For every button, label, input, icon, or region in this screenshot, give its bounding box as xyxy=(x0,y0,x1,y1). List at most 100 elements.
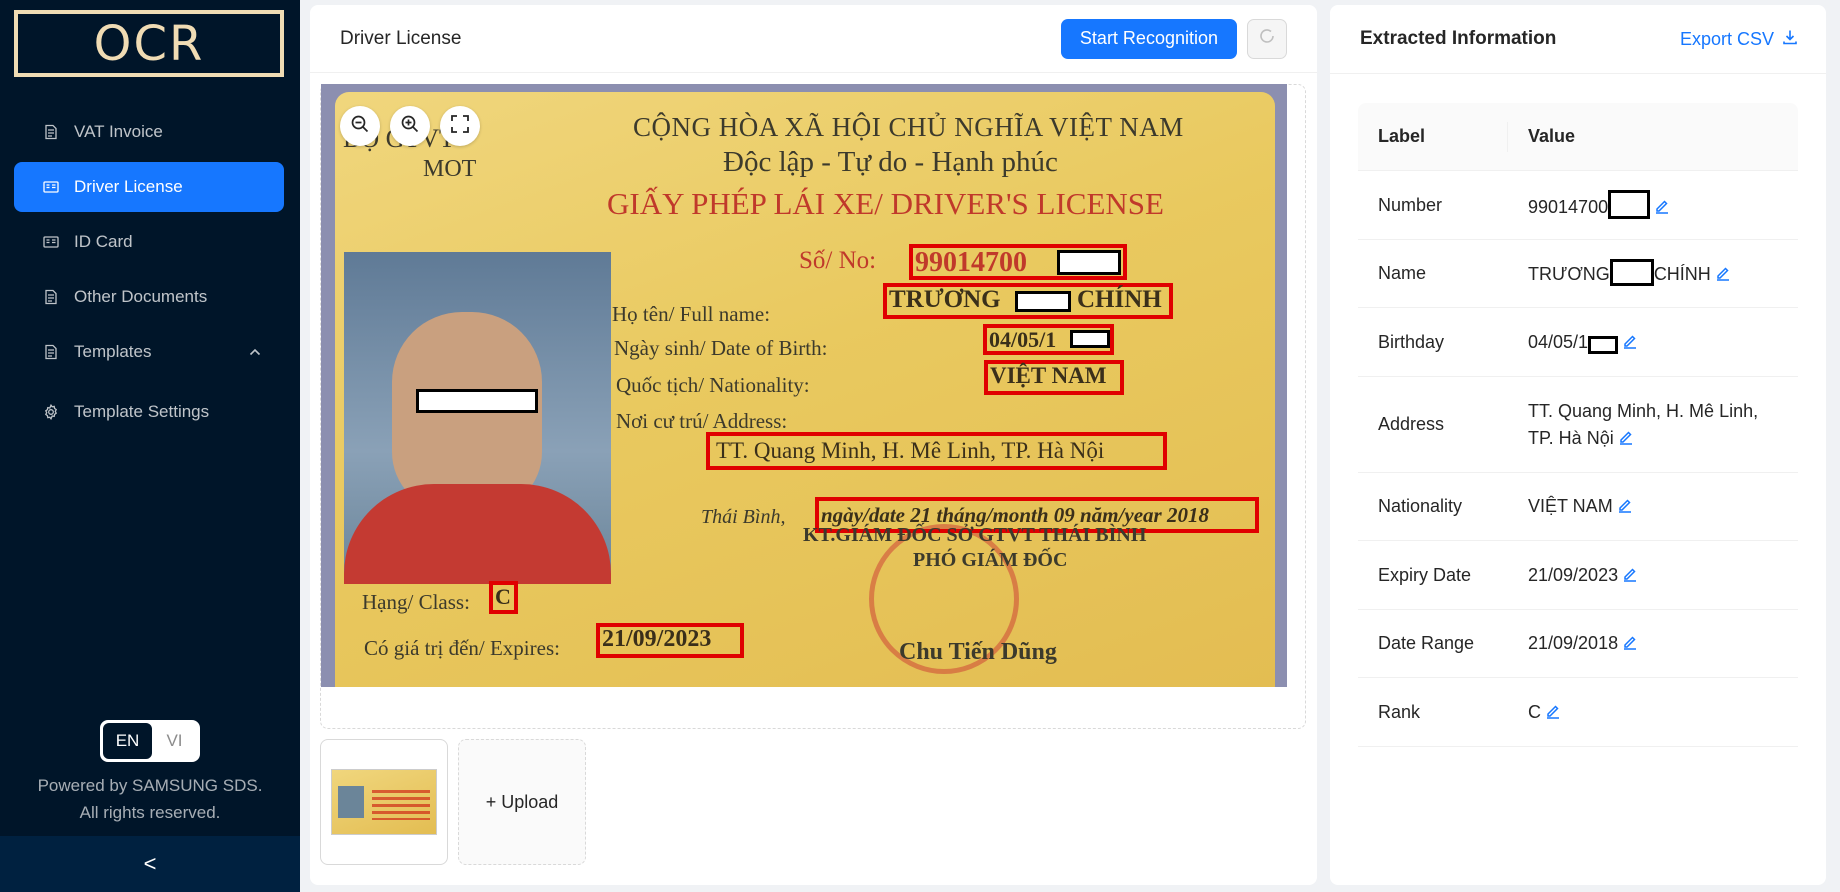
thumbnail-image xyxy=(331,769,437,835)
id-card-icon xyxy=(42,233,60,251)
sidebar-item-other-documents[interactable]: Other Documents xyxy=(14,272,284,322)
redaction-block xyxy=(1609,259,1654,286)
edit-icon[interactable] xyxy=(1654,195,1670,214)
row-label: Name xyxy=(1378,263,1427,283)
row-value-text: TT. Quang Minh, H. Mê Linh, TP. Hà Nội xyxy=(1528,400,1759,448)
card-expires-label: Có giá trị đến/ Expires: xyxy=(364,636,560,660)
edit-icon[interactable] xyxy=(1715,262,1731,281)
card-doc-title: GIẤY PHÉP LÁI XE/ DRIVER'S LICENSE xyxy=(607,186,1164,221)
lang-en-option[interactable]: EN xyxy=(103,723,152,759)
collapse-sidebar-button[interactable]: < xyxy=(0,836,300,892)
row-value-text: 04/05/1 xyxy=(1528,331,1589,352)
sidebar-item-id-card[interactable]: ID Card xyxy=(14,217,284,267)
sidebar-item-label: Templates xyxy=(74,342,152,361)
upload-button[interactable]: + Upload xyxy=(458,739,586,865)
edit-icon[interactable] xyxy=(1618,426,1634,445)
table-row: Number 99014700 xyxy=(1358,171,1798,240)
card-name-value-b: CHÍNH xyxy=(1077,286,1162,313)
redaction-block xyxy=(1057,250,1121,275)
col-label-header: Label xyxy=(1358,122,1508,152)
edit-icon[interactable] xyxy=(1622,330,1638,349)
redaction-block xyxy=(1588,335,1619,354)
edit-icon[interactable] xyxy=(1622,563,1638,582)
table-row: Address TT. Quang Minh, H. Mê Linh, TP. … xyxy=(1358,377,1798,473)
download-icon xyxy=(1782,29,1798,50)
image-toolbar xyxy=(340,106,480,146)
sidebar-item-label: Driver License xyxy=(74,177,183,196)
sidebar-item-templates[interactable]: Templates xyxy=(14,327,284,377)
col-value-header: Value xyxy=(1528,126,1576,146)
thumbnail-list: + Upload xyxy=(320,739,586,865)
edit-icon[interactable] xyxy=(1617,494,1633,513)
table-row: Date Range 21/09/2018 xyxy=(1358,610,1798,678)
card-class-label: Hạng/ Class: xyxy=(362,590,470,614)
row-value: C xyxy=(1508,699,1798,726)
export-csv-label: Export CSV xyxy=(1679,28,1774,49)
start-recognition-button[interactable]: Start Recognition xyxy=(1060,18,1237,59)
card-issuer-2: PHÓ GIÁM ĐỐC xyxy=(913,549,1068,571)
file-icon xyxy=(42,343,60,361)
row-value-text: 99014700 xyxy=(1528,196,1609,217)
row-value: 21/09/2023 xyxy=(1508,562,1798,589)
refresh-button[interactable] xyxy=(1247,18,1287,59)
gear-icon xyxy=(42,403,60,421)
fullscreen-button[interactable] xyxy=(440,106,480,146)
card-address-value: TT. Quang Minh, H. Mê Linh, TP. Hà Nội xyxy=(716,438,1105,463)
extracted-header: Extracted Information Export CSV xyxy=(1330,5,1826,74)
sidebar-item-label: VAT Invoice xyxy=(74,122,163,141)
redaction-block xyxy=(1070,330,1110,348)
row-value: 04/05/1 xyxy=(1508,329,1798,356)
main-panel: Driver License Start Recognition BỘ GTVT… xyxy=(310,5,1317,885)
app-logo[interactable]: OCR xyxy=(14,10,284,77)
card-nationality-label: Quốc tịch/ Nationality: xyxy=(616,373,810,397)
row-value-text: VIỆT NAM xyxy=(1528,496,1613,516)
sidebar-item-vat-invoice[interactable]: VAT Invoice xyxy=(14,107,284,157)
card-dob-value: 04/05/1 xyxy=(989,327,1057,352)
powered-by-text: Powered by SAMSUNG SDS. All rights reser… xyxy=(0,772,300,826)
edit-icon[interactable] xyxy=(1545,700,1561,719)
card-name-label: Họ tên/ Full name: xyxy=(612,302,771,326)
row-value-text: C xyxy=(1528,701,1541,722)
license-photo xyxy=(344,252,611,584)
zoom-in-button[interactable] xyxy=(390,106,430,146)
box-nationality: VIỆT NAM xyxy=(984,360,1124,395)
sidebar-item-driver-license[interactable]: Driver License xyxy=(14,162,284,212)
row-value-text: 21/09/2018 xyxy=(1528,633,1619,653)
box-class: C xyxy=(489,581,518,614)
card-nationality-value: VIỆT NAM xyxy=(990,363,1107,388)
row-value: TRƯƠNG CHÍNH xyxy=(1508,259,1798,288)
fullscreen-icon xyxy=(450,114,470,139)
box-address: TT. Quang Minh, H. Mê Linh, TP. Hà Nội xyxy=(706,432,1167,470)
card-issuer-1: KT.GIÁM ĐỐC SỞ GTVT THÁI BÌNH xyxy=(803,524,1147,546)
export-csv-button[interactable]: Export CSV xyxy=(1680,29,1798,50)
thumbnail-item[interactable] xyxy=(320,739,448,865)
zoom-in-icon xyxy=(400,114,420,139)
edit-icon[interactable] xyxy=(1622,631,1638,650)
row-label: Rank xyxy=(1378,701,1421,722)
row-value-text: 21/09/2023 xyxy=(1528,564,1619,585)
lang-vi-option[interactable]: VI xyxy=(152,723,197,759)
row-label: Number xyxy=(1378,194,1443,215)
page-title: Driver License xyxy=(340,27,462,49)
card-no-label: Số/ No: xyxy=(799,247,877,274)
card-authority-en: MOT xyxy=(423,156,477,182)
card-name-value-a: TRƯƠNG xyxy=(889,286,1001,313)
row-value: 99014700 xyxy=(1508,189,1798,221)
license-image[interactable]: BỘ GTVT MOT CỘNG HÒA XÃ HỘI CHỦ NGHĨA VI… xyxy=(321,84,1287,687)
table-row: Expiry Date 21/09/2023 xyxy=(1358,541,1798,610)
row-label: Birthday xyxy=(1378,331,1445,352)
zoom-out-button[interactable] xyxy=(340,106,380,146)
sidebar-item-label: ID Card xyxy=(74,232,133,251)
zoom-out-icon xyxy=(350,114,370,139)
redaction-block xyxy=(1015,291,1071,312)
card-issue-place: Thái Bình, xyxy=(701,506,786,528)
chevron-up-icon xyxy=(248,345,262,359)
face-redaction xyxy=(416,389,538,413)
sidebar-item-template-settings[interactable]: Template Settings xyxy=(14,387,284,437)
redaction-block xyxy=(1608,189,1651,219)
powered-line-2: All rights reserved. xyxy=(79,803,221,822)
table-header: Label Value xyxy=(1358,103,1798,171)
logo-text: OCR xyxy=(93,15,205,72)
table-row: Nationality VIỆT NAM xyxy=(1358,473,1798,541)
row-value: TT. Quang Minh, H. Mê Linh, TP. Hà Nội xyxy=(1508,398,1798,452)
